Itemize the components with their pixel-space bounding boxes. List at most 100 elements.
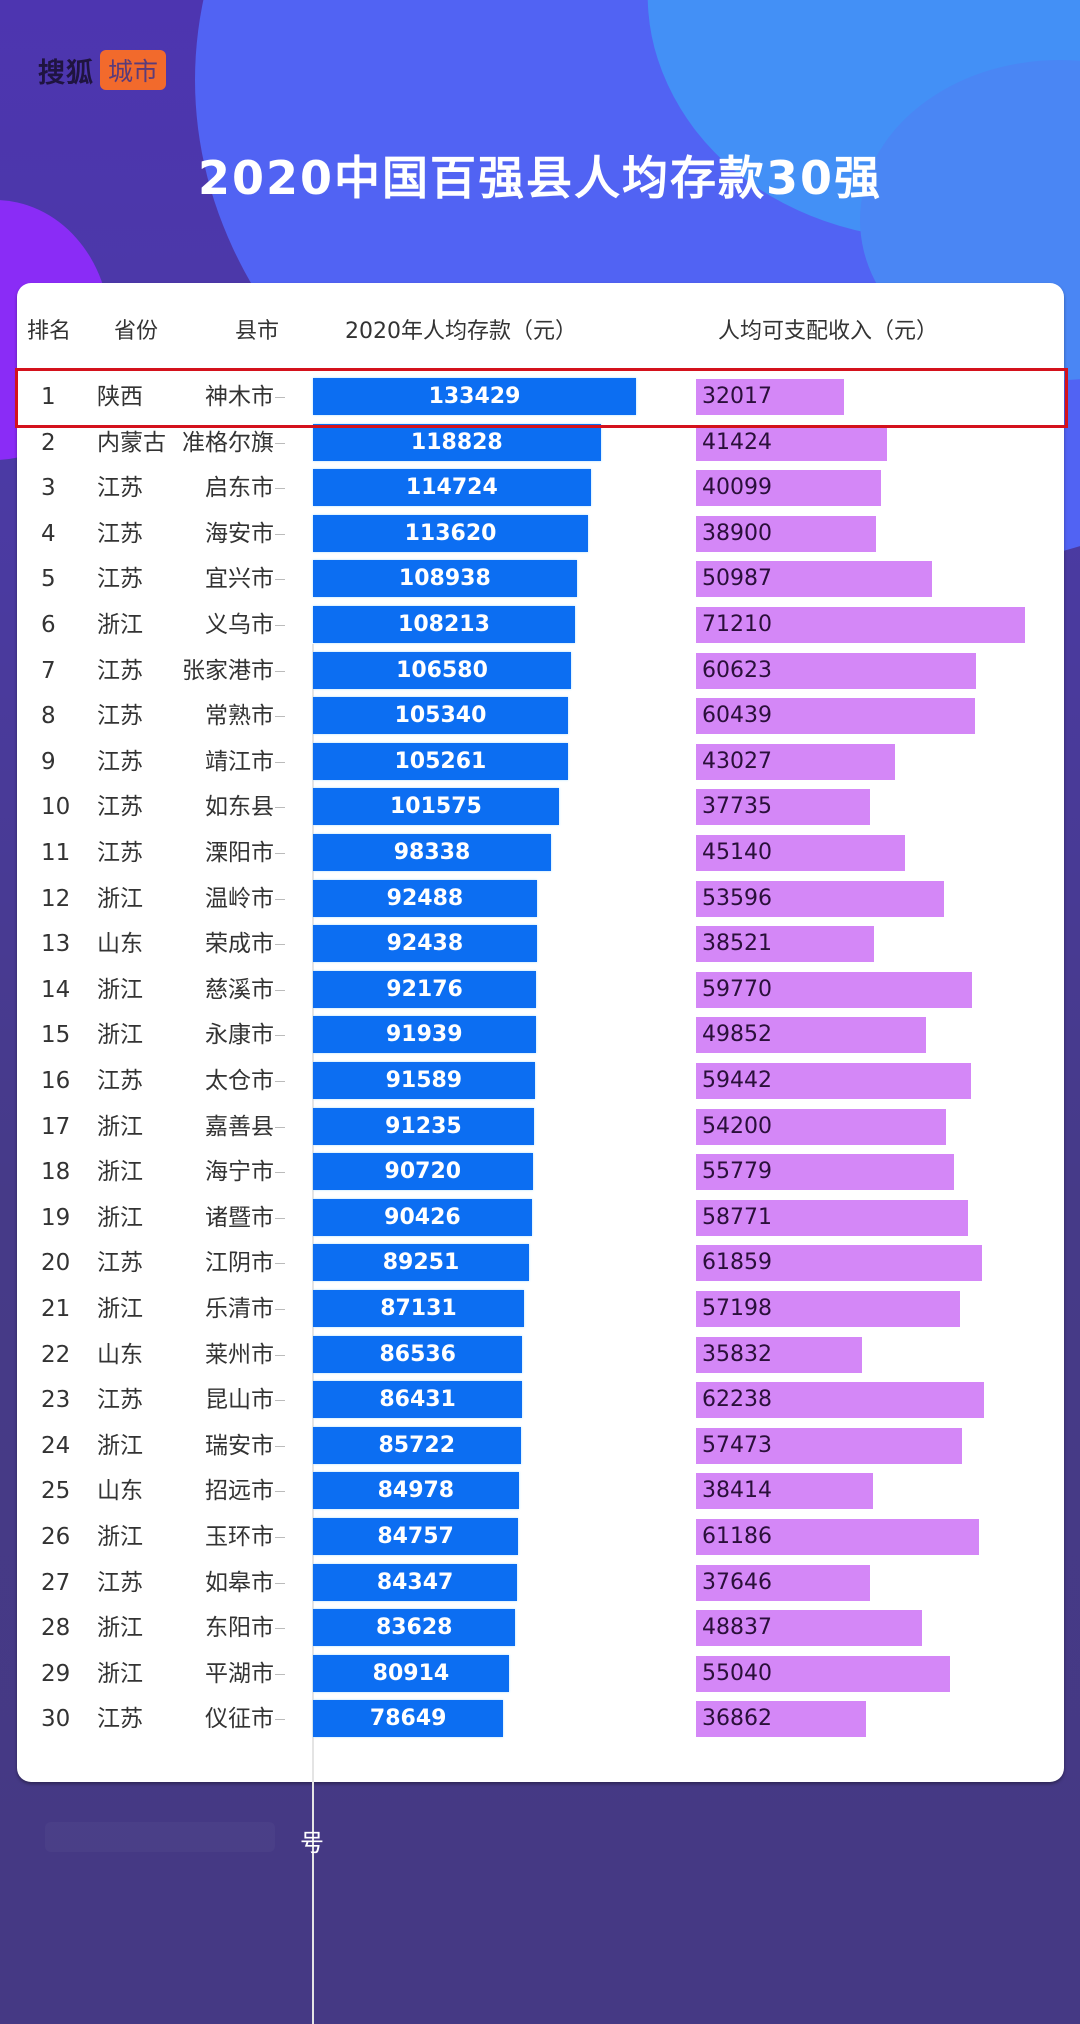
deposit-bar: 114724	[313, 469, 591, 507]
deposit-bar: 105340	[313, 697, 568, 735]
axis-tick	[275, 533, 285, 535]
province-label: 浙江	[97, 1113, 143, 1140]
county-label: 溧阳市	[205, 840, 274, 866]
county-label: 太仓市	[205, 1068, 274, 1094]
rank-label: 11	[41, 840, 71, 866]
table-row: 21 浙江 乐清市 87131 57198	[17, 1287, 1064, 1332]
rank-label: 8	[41, 703, 56, 730]
deposit-bar: 92438	[313, 925, 537, 963]
county-label: 慈溪市	[205, 976, 274, 1003]
county-label: 温岭市	[205, 885, 274, 912]
rank-label: 16	[41, 1068, 71, 1094]
province-label: 江苏	[97, 1387, 143, 1414]
axis-tick	[275, 488, 285, 490]
header-income: 人均可支配收入（元）	[718, 319, 939, 344]
axis-tick	[275, 579, 285, 581]
province-label: 江苏	[97, 657, 143, 684]
axis-tick	[275, 1719, 285, 1721]
deposit-bar: 80914	[313, 1654, 509, 1692]
county-label: 张家港市	[182, 657, 274, 684]
province-label: 山东	[97, 931, 143, 958]
axis-tick	[275, 1582, 285, 1584]
county-label: 乐清市	[205, 1296, 274, 1322]
deposit-bar: 89251	[313, 1244, 530, 1282]
income-bar: 53596	[696, 880, 944, 917]
rank-label: 7	[41, 657, 56, 684]
axis-tick	[275, 807, 285, 809]
table-row: 30 江苏 仪征市 78649 36862	[17, 1697, 1064, 1742]
deposit-bar: 92488	[313, 879, 537, 917]
deposit-bar: 98338	[313, 834, 552, 871]
deposit-bar: 90426	[313, 1198, 532, 1236]
axis-tick	[275, 1035, 285, 1037]
province-label: 浙江	[97, 1660, 143, 1687]
axis-tick	[275, 1081, 285, 1082]
county-label: 玉环市	[205, 1524, 274, 1550]
province-label: 浙江	[97, 1432, 143, 1459]
income-bar: 61859	[696, 1245, 982, 1282]
province-label: 山东	[97, 1341, 143, 1368]
table-row: 16 江苏 太仓市 91589 59442	[17, 1059, 1064, 1104]
income-bar: 35832	[696, 1336, 862, 1373]
deposit-bar: 91235	[313, 1107, 534, 1145]
table-row: 15 浙江 永康市 91939 49852	[17, 1013, 1064, 1058]
province-label: 江苏	[97, 1068, 143, 1094]
county-label: 如东县	[205, 794, 274, 821]
province-label: 浙江	[97, 1615, 143, 1642]
rank-label: 24	[41, 1432, 71, 1459]
income-bar: 57473	[696, 1427, 962, 1464]
income-bar: 37735	[696, 789, 871, 826]
axis-tick	[275, 989, 285, 991]
county-label: 招远市	[205, 1478, 274, 1505]
province-label: 江苏	[97, 794, 143, 821]
axis-tick	[275, 944, 285, 946]
county-label: 海宁市	[205, 1159, 274, 1186]
province-label: 江苏	[97, 475, 143, 502]
county-label: 莱州市	[205, 1341, 274, 1368]
deposit-bar: 91939	[313, 1016, 536, 1054]
county-label: 海安市	[205, 520, 274, 547]
table-row: 23 江苏 昆山市 86431 62238	[17, 1378, 1064, 1423]
axis-tick	[275, 1673, 285, 1675]
income-bar: 49852	[696, 1017, 927, 1054]
income-bar: 50987	[696, 561, 932, 598]
rank-label: 28	[41, 1615, 71, 1642]
axis-tick	[275, 716, 285, 718]
deposit-bar: 108213	[313, 606, 575, 643]
table-row: 20 江苏 江阴市 89251 61859	[17, 1241, 1064, 1286]
income-bar: 40099	[696, 470, 882, 507]
table-row: 9 江苏 靖江市 105261 43027	[17, 740, 1064, 785]
axis-tick	[275, 1217, 285, 1219]
rank-label: 14	[41, 976, 71, 1003]
deposit-bar: 91589	[313, 1062, 535, 1099]
county-label: 荣成市	[205, 931, 274, 958]
sohu-city-logo: 搜狐 城市	[38, 50, 167, 90]
province-label: 山东	[97, 1478, 143, 1505]
chart-title: 2020中国百强县人均存款30强	[197, 151, 883, 205]
income-bar: 54200	[696, 1108, 947, 1145]
income-bar: 41424	[696, 424, 888, 461]
rank-label: 21	[41, 1296, 71, 1322]
deposit-bar: 113620	[313, 514, 589, 552]
rank-label: 29	[41, 1660, 71, 1687]
axis-tick	[275, 1445, 285, 1447]
rank-label: 4	[41, 520, 56, 547]
header-rank: 排名	[27, 319, 72, 344]
deposit-bar: 83628	[313, 1609, 516, 1647]
rank-label: 22	[41, 1341, 71, 1368]
highlight-box-rank-1	[15, 368, 1068, 428]
province-label: 浙江	[97, 976, 143, 1003]
deposit-bar: 90720	[313, 1153, 533, 1191]
axis-tick	[275, 670, 285, 672]
table-row: 29 浙江 平湖市 80914 55040	[17, 1652, 1064, 1697]
rank-label: 5	[41, 566, 56, 593]
county-label: 嘉善县	[205, 1113, 274, 1140]
county-label: 启东市	[205, 475, 274, 502]
table-row: 17 浙江 嘉善县 91235 54200	[17, 1105, 1064, 1150]
province-label: 江苏	[97, 703, 143, 730]
axis-tick	[275, 898, 285, 900]
axis-tick	[275, 1400, 285, 1402]
table-row: 10 江苏 如东县 101575 37735	[17, 785, 1064, 830]
table-row: 12 浙江 温岭市 92488 53596	[17, 877, 1064, 922]
rank-label: 15	[41, 1022, 71, 1049]
